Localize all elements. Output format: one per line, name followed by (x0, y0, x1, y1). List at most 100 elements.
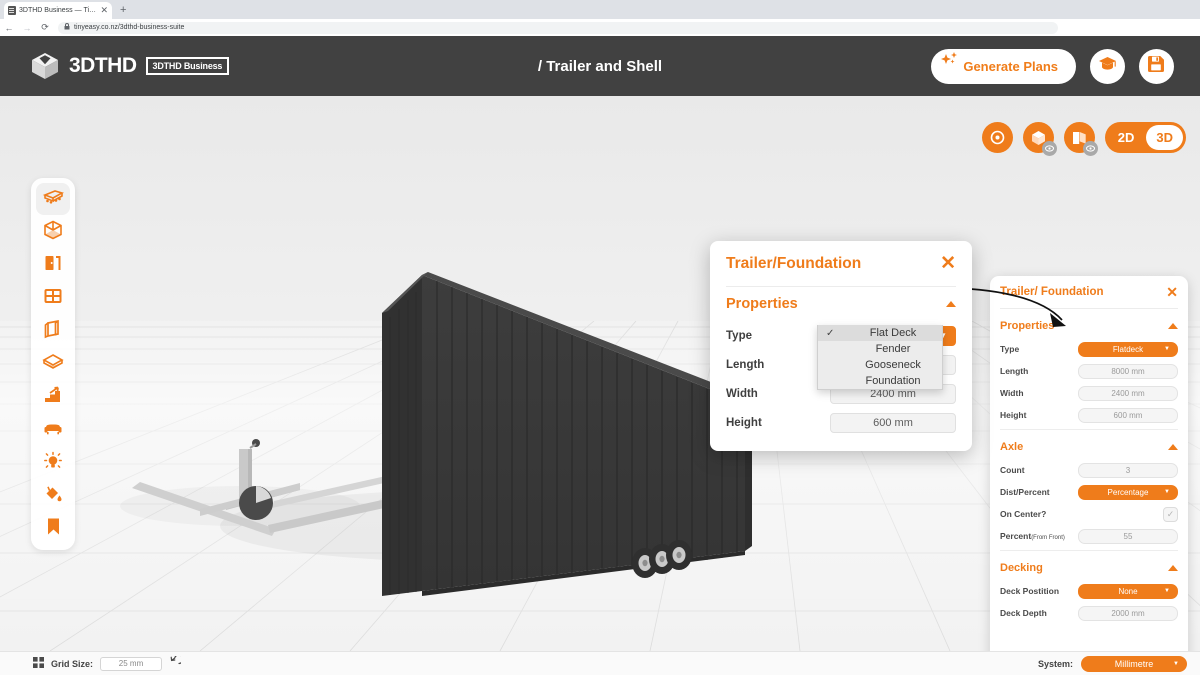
dropdown-option-flat-deck[interactable]: ✓ Flat Deck (818, 325, 942, 341)
browser-tab[interactable]: 3DTHD Business — Tiny Easy - T ✕ (4, 2, 112, 19)
type-value: Flatdeck (1112, 344, 1144, 354)
visibility-eye-icon[interactable] (1041, 141, 1057, 156)
row-label: Type (1000, 344, 1020, 354)
back-icon[interactable]: ← (0, 23, 18, 33)
type-select[interactable]: Flatdeck ▼ (1078, 341, 1178, 357)
chevron-up-icon[interactable] (1168, 322, 1178, 329)
browser-chrome: 3DTHD Business — Tiny Easy - T ✕ + ← → ⟳… (0, 0, 1200, 50)
dropdown-option-gooseneck[interactable]: Gooseneck (818, 357, 942, 373)
toggle-2d[interactable]: 2D (1108, 125, 1145, 150)
sidebar-item-shell[interactable] (36, 216, 70, 248)
interior-visibility-icon[interactable] (1063, 122, 1098, 156)
sidebar-item-lighting[interactable] (36, 447, 70, 479)
sidebar-item-windows[interactable] (36, 282, 70, 314)
percent-input[interactable]: 55 (1078, 528, 1178, 544)
app-root: 3DTHD Business — Tiny Easy - T ✕ + ← → ⟳… (0, 0, 1200, 675)
type-dropdown-list[interactable]: ✓ Flat Deck Fender Gooseneck Foundation (817, 325, 943, 390)
sidebar-item-finishes[interactable] (36, 480, 70, 512)
grid-size-group: Grid Size: 25 mm (33, 653, 184, 673)
header-actions: Generate Plans (931, 48, 1174, 84)
option-label: Gooseneck (865, 359, 921, 371)
row-label: Length (726, 358, 765, 371)
panel-section-axle-header[interactable]: Axle (1000, 433, 1178, 460)
chevron-up-icon[interactable] (1168, 564, 1178, 571)
visibility-eye-icon[interactable] (1082, 141, 1098, 156)
dropdown-option-foundation[interactable]: Foundation (818, 373, 942, 389)
row-label: Dist/Percent (1000, 487, 1050, 497)
reset-arrow-icon[interactable] (169, 653, 184, 673)
panel-row-length: Length 8000 mm (1000, 361, 1178, 381)
row-label: Height (1000, 410, 1027, 420)
panel-title: Trailer/ Foundation (1000, 286, 1104, 298)
reload-icon[interactable]: ⟳ (36, 22, 54, 33)
camera-target-icon[interactable] (981, 122, 1013, 153)
sidebar-item-walls[interactable] (36, 315, 70, 347)
dist-percent-value: Percentage (1107, 487, 1149, 497)
address-bar[interactable]: tinyeasy.co.nz/3dthd-business-suite (58, 21, 1058, 34)
sparkle-icon (939, 51, 961, 73)
height-input[interactable]: 600 mm (830, 412, 956, 433)
row-label: On Center? (1000, 509, 1047, 519)
properties-panel[interactable]: Trailer/ Foundation ✕ Properties Type Fl… (990, 276, 1188, 651)
height-input[interactable]: 600 mm (1078, 407, 1178, 423)
dimension-toggle[interactable]: 2D 3D (1104, 122, 1186, 153)
sidebar-item-floors[interactable] (36, 348, 70, 380)
row-label: Type (726, 329, 752, 342)
sidebar-item-furniture[interactable] (36, 414, 70, 446)
deck-position-select[interactable]: None ▼ (1078, 583, 1178, 599)
panel-section-properties-header[interactable]: Properties (1000, 312, 1178, 339)
3d-viewport[interactable]: 2D 3D Trailer/ Foundation ✕ Properties T… (0, 96, 1200, 651)
app-header: 3DTHD 3DTHD Business / Trailer and Shell… (0, 36, 1200, 96)
grid-size-input[interactable]: 25 mm (100, 656, 163, 671)
sidebar-item-stairs[interactable] (36, 381, 70, 413)
close-icon[interactable]: ✕ (100, 6, 108, 15)
stairs-icon (43, 385, 63, 410)
sidebar-item-trailer[interactable] (36, 183, 70, 215)
trailer-foundation-dialog[interactable]: Trailer/Foundation ✕ Properties Type Fla… (710, 241, 972, 451)
panel-row-dist-percent: Dist/Percent Percentage ▼ (1000, 482, 1178, 502)
sidebar-item-saved[interactable] (36, 513, 70, 545)
save-button[interactable] (1139, 48, 1174, 84)
row-sublabel: (From Front) (1031, 535, 1065, 541)
chevron-up-icon[interactable] (1168, 443, 1178, 450)
trailer-chassis-icon (42, 188, 65, 211)
new-tab-button[interactable]: + (120, 4, 126, 16)
option-label: Foundation (865, 375, 921, 387)
panel-section-decking-header[interactable]: Decking (1000, 554, 1178, 581)
dropdown-option-fender[interactable]: Fender (818, 341, 942, 357)
row-label: Width (726, 387, 758, 400)
deck-depth-input[interactable]: 2000 mm (1078, 605, 1178, 621)
system-units-select[interactable]: Millimetre ▼ (1081, 655, 1187, 672)
check-icon: ✓ (826, 327, 835, 339)
length-input[interactable]: 8000 mm (1078, 363, 1178, 379)
panel-row-width: Width 2400 mm (1000, 383, 1178, 403)
forward-icon[interactable]: → (18, 23, 36, 33)
row-label: Length (1000, 366, 1029, 376)
tab-title: 3DTHD Business — Tiny Easy - T (19, 7, 97, 14)
generate-plans-label: Generate Plans (963, 58, 1058, 74)
chevron-down-icon: ▼ (1164, 588, 1170, 594)
lock-icon (64, 23, 70, 32)
door-icon (43, 253, 63, 278)
chevron-up-icon[interactable] (946, 301, 956, 307)
panel-row-percent: Percent(From Front) 55 (1000, 526, 1178, 546)
shell-visibility-icon[interactable] (1022, 122, 1057, 156)
close-icon[interactable]: ✕ (940, 254, 956, 273)
save-disk-icon (1148, 55, 1165, 77)
on-center-checkbox[interactable]: ✓ (1163, 506, 1178, 522)
divider (1000, 429, 1178, 430)
generate-plans-button[interactable]: Generate Plans (931, 48, 1076, 84)
close-icon[interactable]: ✕ (1166, 285, 1178, 299)
browser-navbar: ← → ⟳ tinyeasy.co.nz/3dthd-business-suit… (0, 19, 1200, 50)
dist-percent-select[interactable]: Percentage ▼ (1078, 484, 1178, 500)
width-input[interactable]: 2400 mm (1078, 385, 1178, 401)
panel-row-deck-depth: Deck Depth 2000 mm (1000, 603, 1178, 623)
row-label: Height (726, 416, 762, 429)
row-label: Width (1000, 388, 1024, 398)
sidebar-item-doors[interactable] (36, 249, 70, 281)
toggle-3d[interactable]: 3D (1146, 125, 1183, 150)
dialog-section-header[interactable]: Properties (726, 287, 956, 321)
learn-button[interactable] (1090, 48, 1125, 84)
axle-count-input[interactable]: 3 (1078, 462, 1178, 478)
lighting-bulb-icon (43, 451, 63, 476)
